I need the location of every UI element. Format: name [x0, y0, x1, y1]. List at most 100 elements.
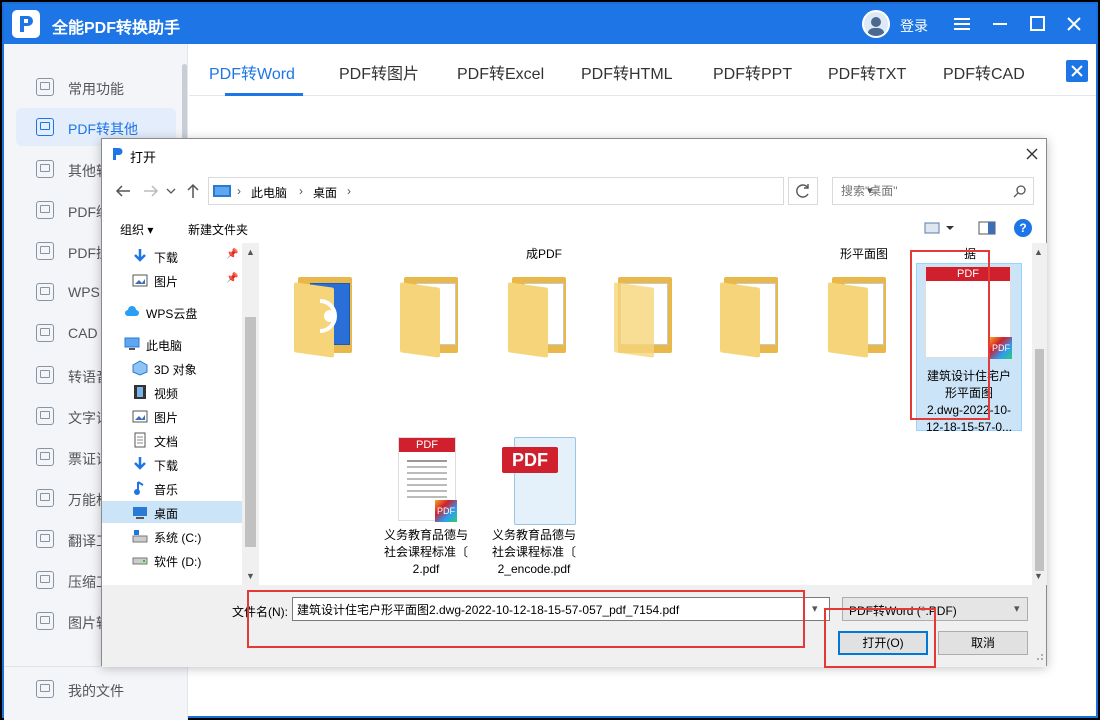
tab-pdf-to-cad[interactable]: PDF转CAD: [943, 60, 1025, 84]
user-avatar[interactable]: [862, 10, 890, 38]
tree-item-drive-c[interactable]: 系统 (C:): [132, 525, 242, 547]
drive-icon: [132, 557, 148, 565]
help-icon[interactable]: ?: [1014, 219, 1032, 237]
tab-pdf-to-ppt[interactable]: PDF转PPT: [713, 60, 792, 84]
close-panel-icon[interactable]: [1066, 60, 1088, 82]
folder-icon[interactable]: [400, 273, 464, 358]
scroll-up-arrow-icon[interactable]: ▲: [246, 247, 255, 257]
compress-icon: [36, 571, 54, 589]
folder-icon[interactable]: [508, 273, 572, 358]
tree-item-label: 图片: [154, 411, 179, 425]
dialog-title: 打开: [130, 150, 157, 165]
organize-menu[interactable]: 组织 ▾: [120, 221, 153, 238]
new-folder-button[interactable]: 新建文件夹: [188, 221, 248, 238]
resize-grip-icon[interactable]: [1032, 649, 1044, 661]
music-icon: [134, 481, 144, 495]
file-item[interactable]: PDF 义务教育品德与 社会课程标准〔 2_encode.pdf: [486, 433, 582, 583]
app-title: 全能PDF转换助手: [52, 20, 181, 37]
tree-item-downloads-pinned[interactable]: 下载 📌: [132, 245, 242, 267]
back-arrow-icon[interactable]: [114, 183, 132, 199]
tree-item-documents[interactable]: 文档: [132, 429, 242, 451]
tree-item-wps-cloud[interactable]: WPS云盘: [124, 301, 242, 323]
sidebar-item-label: 常用功能: [68, 81, 124, 97]
video-icon: [134, 385, 146, 399]
file-name: 义务教育品德与 社会课程标准〔 2.pdf: [383, 528, 468, 576]
up-arrow-icon[interactable]: [184, 183, 202, 199]
view-options-icon[interactable]: [924, 220, 956, 236]
maximize-icon[interactable]: [1026, 12, 1050, 36]
sidebar-item-label: 我的文件: [68, 683, 124, 699]
sidebar-item-my-files[interactable]: 我的文件: [4, 670, 188, 708]
tree-item-pictures[interactable]: 图片: [132, 405, 242, 427]
filename-dropdown-icon[interactable]: ▾: [812, 602, 818, 615]
sidebar-item-label: CAD: [68, 325, 98, 341]
tree-item-videos[interactable]: 视频: [132, 381, 242, 403]
cad-icon: [36, 324, 54, 342]
annotation-highlight-open: [824, 608, 936, 668]
file-type-dropdown-icon[interactable]: ▾: [1014, 602, 1020, 615]
tab-pdf-to-excel[interactable]: PDF转Excel: [457, 60, 544, 84]
refresh-button[interactable]: [788, 177, 818, 205]
tab-pdf-to-image[interactable]: PDF转图片: [339, 60, 419, 84]
file-list-scrollbar-thumb[interactable]: [1035, 349, 1044, 571]
folder-icon[interactable]: [614, 273, 678, 358]
search-input[interactable]: [833, 178, 1005, 204]
file-item[interactable]: PDF PDF 义务教育品德与 社会课程标准〔 2.pdf: [378, 433, 474, 583]
cancel-button[interactable]: 取消: [938, 631, 1028, 655]
tree-item-label: 图片: [154, 275, 179, 289]
minimize-icon[interactable]: [988, 12, 1012, 36]
tree-item-music[interactable]: 音乐: [132, 477, 242, 499]
breadcrumb-this-pc[interactable]: 此电脑: [251, 184, 287, 201]
breadcrumb-desktop[interactable]: 桌面: [313, 184, 337, 201]
universal-format-icon: [36, 489, 54, 507]
folder-icon[interactable]: [294, 273, 358, 358]
tree-item-downloads[interactable]: 下载: [132, 453, 242, 475]
pdf-file-icon: PDF: [502, 437, 578, 525]
tree-item-label: 下载: [154, 251, 179, 265]
tab-pdf-to-html[interactable]: PDF转HTML: [581, 60, 673, 84]
other-convert-icon: [36, 160, 54, 178]
scroll-down-arrow-icon[interactable]: ▼: [246, 571, 255, 581]
tab-pdf-to-txt[interactable]: PDF转TXT: [828, 60, 906, 84]
file-name-partial: 形平面图: [840, 247, 889, 261]
tree-item-3d-objects[interactable]: 3D 对象: [132, 357, 242, 379]
navigation-scrollbar-thumb[interactable]: [245, 317, 256, 547]
pin-icon: 📌: [226, 273, 239, 284]
search-icon[interactable]: [1013, 184, 1027, 198]
folder-icon[interactable]: [828, 273, 892, 358]
image-convert-icon: [36, 612, 54, 630]
tree-item-label: WPS云盘: [146, 307, 198, 321]
common-functions-icon: [36, 78, 54, 96]
address-bar[interactable]: › 此电脑 › 桌面 › ▾: [208, 177, 873, 205]
dialog-close-icon[interactable]: [1023, 145, 1041, 163]
3d-objects-icon: [132, 360, 148, 376]
dialog-toolbar: 组织 ▾ 新建文件夹 ?: [102, 213, 1046, 243]
computer-icon: [213, 185, 231, 197]
search-box[interactable]: [832, 177, 1034, 205]
scroll-up-arrow-icon[interactable]: ▲: [1034, 247, 1043, 257]
menu-icon[interactable]: [950, 12, 974, 36]
recent-chevron-icon[interactable]: [166, 183, 176, 199]
scroll-down-arrow-icon[interactable]: ▼: [1034, 571, 1043, 581]
navigation-pane: 下载 📌 图片 📌 WPS云盘 此电脑 3D 对象 视频 图片 文档 下载 音乐…: [102, 243, 259, 585]
tree-item-desktop[interactable]: 桌面: [102, 501, 242, 523]
download-arrow-icon: [134, 249, 146, 262]
tree-item-label: 下载: [154, 459, 179, 473]
tree-item-label: 3D 对象: [154, 363, 197, 377]
app-logo: [12, 10, 40, 38]
close-icon[interactable]: [1062, 12, 1086, 36]
folder-icon[interactable]: [720, 273, 784, 358]
my-files-icon: [36, 680, 54, 698]
wps-icon: [36, 283, 54, 301]
tree-item-drive-d[interactable]: 软件 (D:): [132, 549, 242, 571]
sidebar-item-common[interactable]: 常用功能: [4, 68, 188, 106]
tab-pdf-to-word[interactable]: PDF转Word: [209, 60, 295, 84]
pdf-ops-icon: [36, 242, 54, 260]
tree-item-label: 音乐: [154, 483, 179, 497]
forward-arrow-icon[interactable]: [142, 183, 160, 199]
preview-pane-icon[interactable]: [978, 220, 996, 236]
tree-item-this-pc[interactable]: 此电脑: [124, 333, 242, 355]
login-link[interactable]: 登录: [900, 16, 928, 36]
tree-item-pictures-pinned[interactable]: 图片 📌: [132, 269, 242, 291]
breadcrumb-separator-icon: ›: [347, 184, 351, 198]
